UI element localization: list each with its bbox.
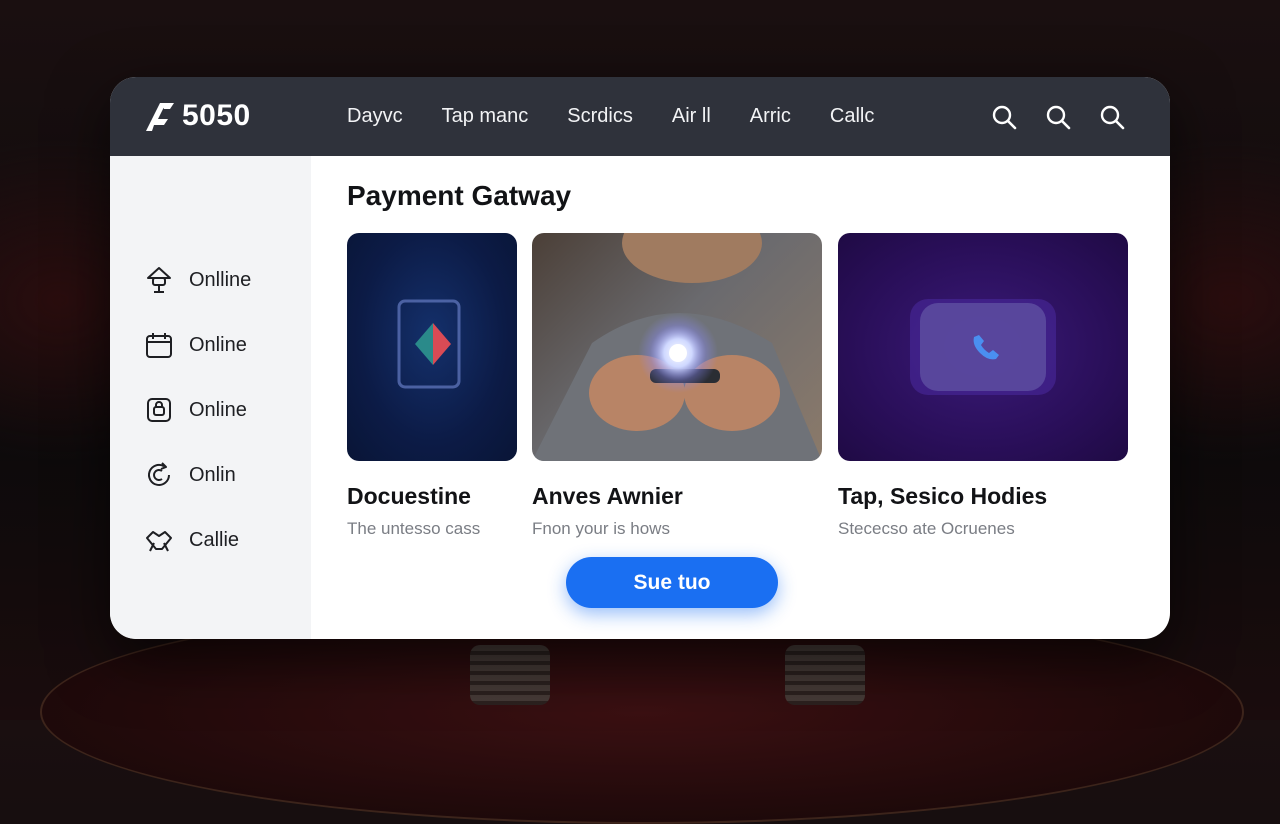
card-subtitle: Fnon your is hows [532,519,670,538]
card-terminal-icon [397,299,461,389]
primary-cta-button[interactable]: Sue tuo [566,557,778,608]
nav-item-dayvc[interactable]: Dayvc [347,105,403,128]
person-holding-phone-photo [532,233,822,461]
calendar-icon [146,333,172,358]
sidebar-item-online-calendar[interactable]: Online [144,327,247,363]
sidebar-item-label: Online [189,398,247,421]
card-subtitle: Stececso ate Ocruenes [838,519,1015,538]
sidebar-item-onlline[interactable]: Onlline [144,262,251,298]
card-subtitle: The untesso cass [347,519,481,538]
nav-item-callc[interactable]: Callc [830,105,874,128]
person-phone-illustration [532,233,822,461]
sidebar-item-label: Onlin [189,463,236,486]
app-window: 5050 Dayvc Tap manc Scrdics Air ll Arric… [110,77,1170,639]
search-icon[interactable] [1044,103,1072,131]
phone-call-button-image [838,233,1128,461]
search-icon[interactable] [1098,103,1126,131]
nav-item-air-ll[interactable]: Air ll [672,105,711,128]
brand-name: 5050 [182,99,251,132]
nav-item-tap-manc[interactable]: Tap manc [442,105,529,128]
search-icon[interactable] [990,103,1018,131]
sidebar-item-label: Callie [189,528,240,551]
nav-item-arric[interactable]: Arric [750,105,791,128]
sidebar-item-label: Onlline [189,268,252,291]
nav-item-scrdics[interactable]: Scrdics [567,105,633,128]
logo-mark-icon [146,103,174,131]
lock-icon [147,398,171,422]
header-icons [964,103,1126,131]
card-title: Docuestine [347,483,471,509]
refresh-icon [148,462,170,486]
lamp-icon [147,267,171,293]
card-title: Anves Awnier [532,483,683,509]
main-nav: Dayvc Tap manc Scrdics Air ll Arric Call… [347,77,913,156]
handshake-icon [146,531,172,552]
sidebar-item-online-lock[interactable]: Online [144,392,247,428]
top-navbar: 5050 Dayvc Tap manc Scrdics Air ll Arric… [110,77,1170,156]
phone-call-button-icon [910,299,1056,395]
brand-logo[interactable]: 5050 [144,96,251,136]
sidebar-item-onlin[interactable]: Onlin [144,457,236,493]
background-chips [470,645,550,705]
card-title: Tap, Sesico Hodies [838,483,1048,509]
sidebar-item-callie[interactable]: Callie [144,522,239,558]
sidebar-item-label: Online [189,333,247,356]
page-title: Payment Gatway [347,180,572,211]
sidebar: Onlline Online Online Onlin Callie [110,156,311,639]
background-chips [785,645,865,705]
card-terminal-image [347,233,517,461]
